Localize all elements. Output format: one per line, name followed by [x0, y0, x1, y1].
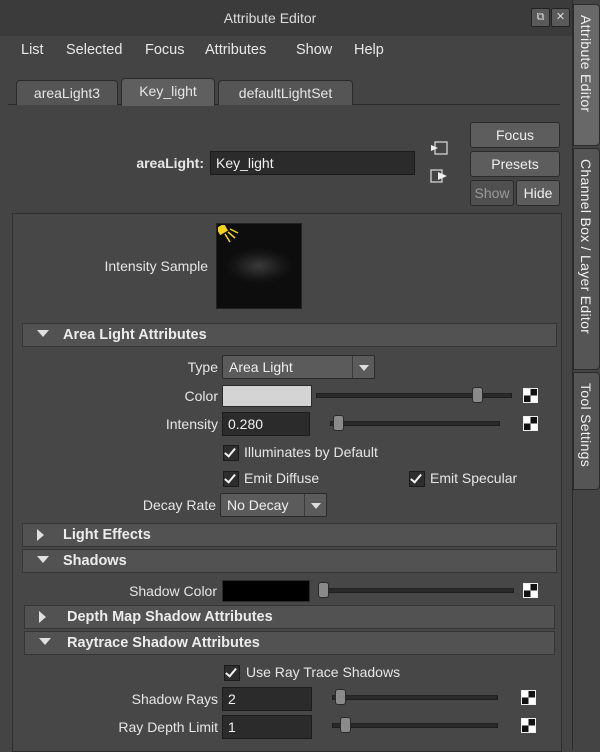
use-ray-trace-shadows-label: Use Ray Trace Shadows	[246, 664, 401, 680]
decay-rate-dropdown[interactable]: No Decay	[220, 493, 327, 517]
output-connection-icon[interactable]	[430, 169, 448, 184]
chevron-down-icon	[304, 494, 326, 516]
side-tab-tool-settings[interactable]: Tool Settings	[573, 372, 600, 490]
decay-rate-label: Decay Rate	[142, 497, 216, 513]
focus-button[interactable]: Focus	[470, 122, 560, 148]
light-bulb-icon	[218, 225, 239, 243]
ray-depth-limit-slider-track[interactable]	[332, 723, 498, 728]
collapse-arrow-icon	[37, 556, 49, 563]
tab-key-light[interactable]: Key_light	[121, 78, 215, 106]
type-dropdown[interactable]: Area Light	[222, 355, 375, 379]
tab-defaultlightset[interactable]: defaultLightSet	[218, 80, 353, 105]
color-slider-track[interactable]	[316, 393, 512, 398]
tab-arealight3[interactable]: areaLight3	[16, 80, 118, 105]
emit-specular-label: Emit Specular	[430, 470, 518, 486]
shadow-rays-label: Shadow Rays	[131, 691, 218, 707]
section-title: Shadows	[63, 553, 127, 569]
menu-focus[interactable]: Focus	[145, 42, 185, 58]
type-label: Type	[187, 359, 218, 375]
section-title: Raytrace Shadow Attributes	[67, 635, 260, 651]
section-title: Depth Map Shadow Attributes	[67, 609, 273, 625]
emit-specular-checkbox[interactable]	[409, 471, 425, 487]
section-depth-map-shadow-attributes[interactable]: Depth Map Shadow Attributes	[24, 605, 555, 629]
emit-diffuse-label: Emit Diffuse	[244, 470, 320, 486]
shadow-rays-slider-thumb[interactable]	[335, 689, 347, 705]
collapse-arrow-icon	[37, 330, 49, 337]
map-texture-icon[interactable]	[523, 388, 538, 403]
menu-attributes[interactable]: Attributes	[205, 42, 266, 58]
section-title: Light Effects	[63, 527, 151, 543]
illuminates-by-default-checkbox[interactable]	[223, 445, 239, 461]
menu-bar: List Selected Focus Attributes Show Help	[0, 42, 560, 62]
menu-show[interactable]: Show	[296, 42, 332, 58]
color-label: Color	[184, 388, 218, 404]
collapse-arrow-icon	[39, 638, 51, 645]
shadow-color-label: Shadow Color	[129, 583, 217, 599]
illuminates-by-default-label: Illuminates by Default	[244, 444, 378, 460]
emit-diffuse-checkbox[interactable]	[223, 471, 239, 487]
section-area-light-attributes[interactable]: Area Light Attributes	[22, 323, 557, 347]
side-tab-label: Channel Box / Layer Editor	[578, 159, 594, 335]
section-title: Area Light Attributes	[63, 327, 207, 343]
map-texture-icon[interactable]	[523, 416, 538, 431]
chevron-down-icon	[352, 356, 374, 378]
use-ray-trace-shadows-checkbox[interactable]	[224, 665, 240, 681]
menu-selected[interactable]: Selected	[66, 42, 122, 58]
intensity-sample-label: Intensity Sample	[104, 258, 209, 274]
shadow-color-slider-thumb[interactable]	[318, 582, 329, 598]
hide-button[interactable]: Hide	[516, 180, 560, 206]
section-light-effects[interactable]: Light Effects	[22, 523, 557, 547]
shadow-color-swatch[interactable]	[222, 580, 310, 602]
intensity-label: Intensity	[165, 416, 218, 432]
attribute-editor-window: Attribute Editor ⧉ ✕ List Selected Focus…	[0, 0, 573, 752]
decay-rate-value: No Decay	[227, 497, 289, 513]
intensity-slider-thumb[interactable]	[333, 415, 345, 431]
presets-button[interactable]: Presets	[470, 151, 560, 177]
input-connection-icon[interactable]	[430, 141, 448, 156]
menu-list[interactable]: List	[21, 42, 44, 58]
close-icon[interactable]: ✕	[551, 8, 570, 27]
float-window-icon[interactable]: ⧉	[531, 8, 550, 27]
map-texture-icon[interactable]	[523, 583, 538, 598]
color-slider-thumb[interactable]	[471, 387, 483, 403]
intensity-field[interactable]: 0.280	[222, 412, 310, 436]
ray-depth-limit-slider-thumb[interactable]	[339, 717, 351, 733]
color-swatch[interactable]	[222, 385, 312, 407]
show-button[interactable]: Show	[470, 180, 514, 206]
ray-depth-limit-label: Ray Depth Limit	[118, 719, 218, 735]
side-tab-label: Tool Settings	[578, 383, 594, 468]
shadow-rays-slider-track[interactable]	[332, 695, 498, 700]
node-type-label: areaLight:	[136, 155, 204, 171]
ray-depth-limit-field[interactable]: 1	[222, 715, 312, 739]
map-texture-icon[interactable]	[521, 690, 536, 705]
window-title: Attribute Editor	[223, 10, 317, 26]
shadow-color-slider-track[interactable]	[318, 588, 514, 593]
intensity-sample-swatch	[216, 223, 302, 309]
section-shadows[interactable]: Shadows	[22, 549, 557, 573]
side-tab-label: Attribute Editor	[578, 15, 594, 113]
title-bar[interactable]: Attribute Editor ⧉ ✕	[0, 0, 572, 36]
side-tab-channel-box[interactable]: Channel Box / Layer Editor	[573, 148, 600, 370]
section-raytrace-shadow-attributes[interactable]: Raytrace Shadow Attributes	[24, 631, 555, 655]
node-name-field[interactable]: Key_light	[210, 151, 415, 175]
expand-arrow-icon	[39, 611, 46, 623]
type-value: Area Light	[229, 359, 293, 375]
map-texture-icon[interactable]	[521, 718, 536, 733]
shadow-rays-field[interactable]: 2	[222, 687, 312, 711]
expand-arrow-icon	[37, 529, 44, 541]
intensity-slider-track[interactable]	[330, 421, 500, 426]
side-tab-attribute-editor[interactable]: Attribute Editor	[573, 4, 600, 146]
menu-help[interactable]: Help	[354, 42, 384, 58]
